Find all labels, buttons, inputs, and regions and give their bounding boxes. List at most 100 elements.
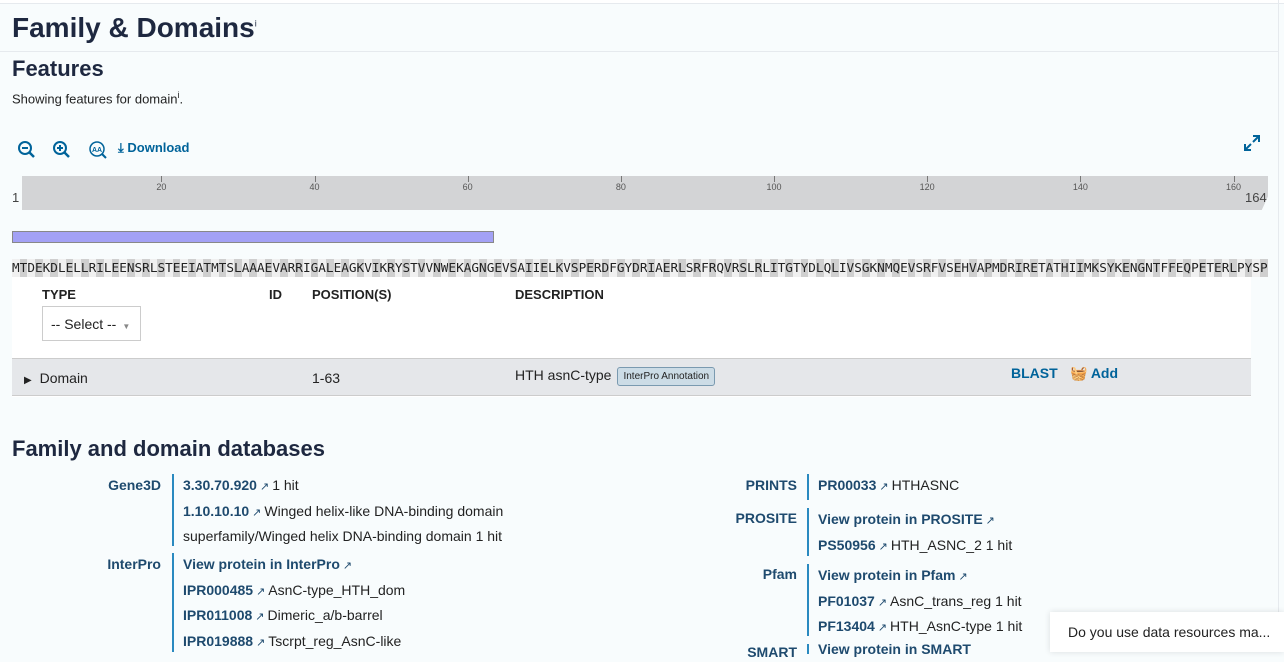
residue: I xyxy=(188,259,196,277)
interpro-annotation-badge: InterPro Annotation xyxy=(617,367,716,386)
prosite-id-link[interactable]: PS50956 xyxy=(818,537,876,553)
residue: Y xyxy=(800,259,809,277)
blast-button[interactable]: BLAST xyxy=(1011,365,1058,381)
description-text: HTH asnC-type xyxy=(515,367,612,384)
residue: R xyxy=(1221,259,1230,277)
residue: T xyxy=(1206,259,1215,277)
residue: N xyxy=(433,259,441,277)
prints-id-link[interactable]: PR00033 xyxy=(818,477,876,493)
dropdown-arrow-icon: ▼ xyxy=(122,322,131,331)
sequence-track: MTDEKDLELLRILEENSRLSTEEIATMTSLAAAEVARRIG… xyxy=(12,259,1268,277)
pfam-id-link[interactable]: PF01037 xyxy=(818,593,875,609)
external-link-icon: ↗ xyxy=(958,571,968,583)
residue: R xyxy=(731,259,740,277)
residue: V xyxy=(364,259,372,277)
residue: P xyxy=(1259,259,1268,277)
residue: Q xyxy=(716,259,725,277)
residue: N xyxy=(1145,259,1153,277)
residue: I xyxy=(647,259,656,277)
domain-feature-bar[interactable] xyxy=(12,231,495,243)
residue: T xyxy=(1037,259,1046,277)
residue: I xyxy=(96,259,104,277)
residue: K xyxy=(1114,259,1123,277)
residue: K xyxy=(869,259,878,277)
view-in-smart-link[interactable]: View protein in SMART xyxy=(818,641,971,657)
residue: M xyxy=(12,259,20,277)
residue: A xyxy=(517,259,525,277)
add-basket-button[interactable]: 🧺 Add xyxy=(1070,365,1118,382)
interpro-desc: AsnC-type_HTH_dom xyxy=(268,581,406,598)
info-icon[interactable]: i xyxy=(255,19,257,29)
residue: E xyxy=(1214,259,1222,277)
interpro-id-link[interactable]: IPR000485 xyxy=(183,582,253,598)
residue: A xyxy=(195,259,204,277)
residue: L xyxy=(80,259,89,277)
external-link-icon: ↗ xyxy=(879,481,889,493)
residue: L xyxy=(547,259,556,277)
pfam-id-link[interactable]: PF13404 xyxy=(818,618,875,634)
residue: P xyxy=(1191,259,1199,277)
row-type: Domain xyxy=(39,370,88,386)
residue: G xyxy=(348,259,357,277)
residue: N xyxy=(479,259,487,277)
ruler-start-label: 1 xyxy=(12,190,20,205)
interpro-desc: Dimeric_a/b-barrel xyxy=(267,607,383,623)
download-button[interactable]: ⤓ Download xyxy=(118,140,189,156)
residue: E xyxy=(111,259,120,277)
residue: D xyxy=(601,259,610,277)
type-filter-select[interactable]: -- Select -- ▼ xyxy=(42,306,141,341)
residue: D xyxy=(27,259,35,277)
right-border xyxy=(1278,0,1279,652)
residue: V xyxy=(938,259,947,277)
download-label: Download xyxy=(127,140,190,155)
residue: M xyxy=(992,259,1000,277)
residue: E xyxy=(494,259,502,277)
external-link-icon: ↗ xyxy=(877,596,888,609)
view-in-prosite-link[interactable]: View protein in PROSITE xyxy=(818,511,983,527)
expand-row[interactable]: ▶ Domain xyxy=(24,370,88,386)
svg-text:AA: AA xyxy=(92,147,102,154)
header-type: TYPE xyxy=(42,287,76,302)
download-icon: ⤓ xyxy=(118,140,124,155)
gene3d-link-1[interactable]: 3.30.70.920 xyxy=(183,477,257,493)
residue: R xyxy=(754,259,763,277)
residue: Q xyxy=(1183,259,1192,277)
zoom-out-icon[interactable] xyxy=(17,140,37,163)
interpro-id-link[interactable]: IPR011008 xyxy=(183,607,252,623)
info-icon[interactable]: i xyxy=(177,90,179,100)
residue: G xyxy=(861,259,870,277)
residue: S xyxy=(570,259,579,277)
residue: V xyxy=(563,259,571,277)
residue: E xyxy=(586,259,594,277)
external-link-icon: ↗ xyxy=(342,560,353,572)
feedback-popup[interactable]: Do you use data resources ma... xyxy=(1050,612,1284,652)
residue: L xyxy=(678,259,686,277)
view-in-pfam-link[interactable]: View protein in Pfam xyxy=(818,567,955,583)
residue: P xyxy=(1237,259,1245,277)
interpro-id-link[interactable]: IPR019888 xyxy=(183,633,253,649)
gene3d-link-2[interactable]: 1.10.10.10 xyxy=(183,503,249,519)
residue: A xyxy=(241,259,250,277)
residue: V xyxy=(425,259,434,277)
external-link-icon: ↗ xyxy=(256,585,266,598)
residue: A xyxy=(341,259,349,277)
fullscreen-icon[interactable] xyxy=(1243,134,1261,155)
residue: Y xyxy=(394,259,403,277)
residue: F xyxy=(1168,259,1176,277)
table-row[interactable]: ▶ Domain 1-63 HTH asnC-type InterPro Anno… xyxy=(12,358,1251,396)
page-title: Family & Domainsi xyxy=(12,12,257,44)
header-position: POSITION(S) xyxy=(312,287,392,302)
residue: V xyxy=(417,259,426,277)
residue: N xyxy=(1129,259,1138,277)
prints-entries: PR00033 ↗ HTHASNC xyxy=(818,474,959,500)
view-in-interpro-link[interactable]: View protein in InterPro xyxy=(183,556,340,572)
zoom-in-icon[interactable] xyxy=(52,140,72,163)
residue: I xyxy=(769,259,778,277)
residue: Q xyxy=(892,259,901,277)
zoom-sequence-icon[interactable]: AA xyxy=(88,140,108,163)
residue: P xyxy=(578,259,587,277)
residue: E xyxy=(1198,259,1207,277)
residue: S xyxy=(226,259,235,277)
residue: E xyxy=(1122,259,1130,277)
features-table: TYPE ID POSITION(S) DESCRIPTION -- Selec… xyxy=(12,277,1251,397)
